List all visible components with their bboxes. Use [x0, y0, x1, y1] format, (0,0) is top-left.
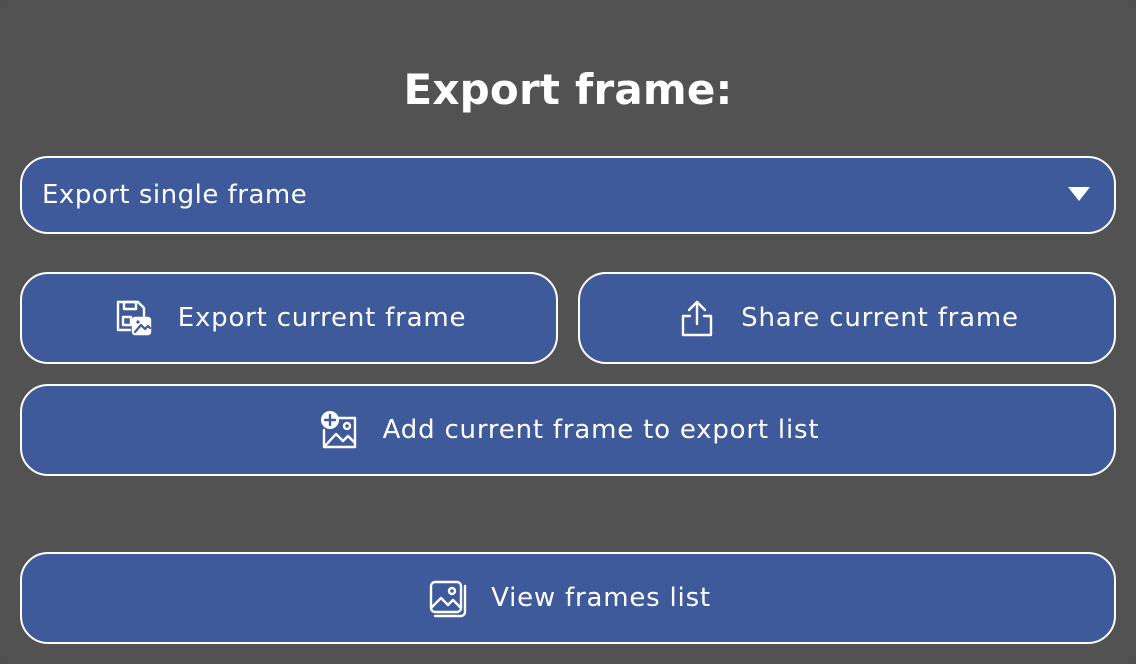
dropdown-caret-icon — [1068, 187, 1090, 201]
export-current-frame-button[interactable]: Export current frame — [20, 272, 558, 364]
save-image-icon — [112, 296, 156, 340]
add-to-export-list-button[interactable]: Add current frame to export list — [20, 384, 1116, 476]
export-mode-select[interactable]: Export single frame — [20, 156, 1116, 234]
view-frames-list-label: View frames list — [491, 583, 711, 613]
share-current-frame-label: Share current frame — [741, 303, 1019, 333]
dialog-title: Export frame: — [403, 65, 733, 114]
view-frames-list-button[interactable]: View frames list — [20, 552, 1116, 644]
share-upload-icon — [675, 296, 719, 340]
export-current-frame-label: Export current frame — [177, 303, 467, 333]
image-stack-icon — [425, 576, 469, 620]
export-frame-dialog: Export frame: Export single frame Export… — [0, 0, 1136, 664]
add-to-export-list-label: Add current frame to export list — [382, 415, 820, 445]
share-current-frame-button[interactable]: Share current frame — [578, 272, 1116, 364]
export-mode-selected-value: Export single frame — [42, 180, 308, 210]
add-image-icon — [317, 408, 361, 452]
